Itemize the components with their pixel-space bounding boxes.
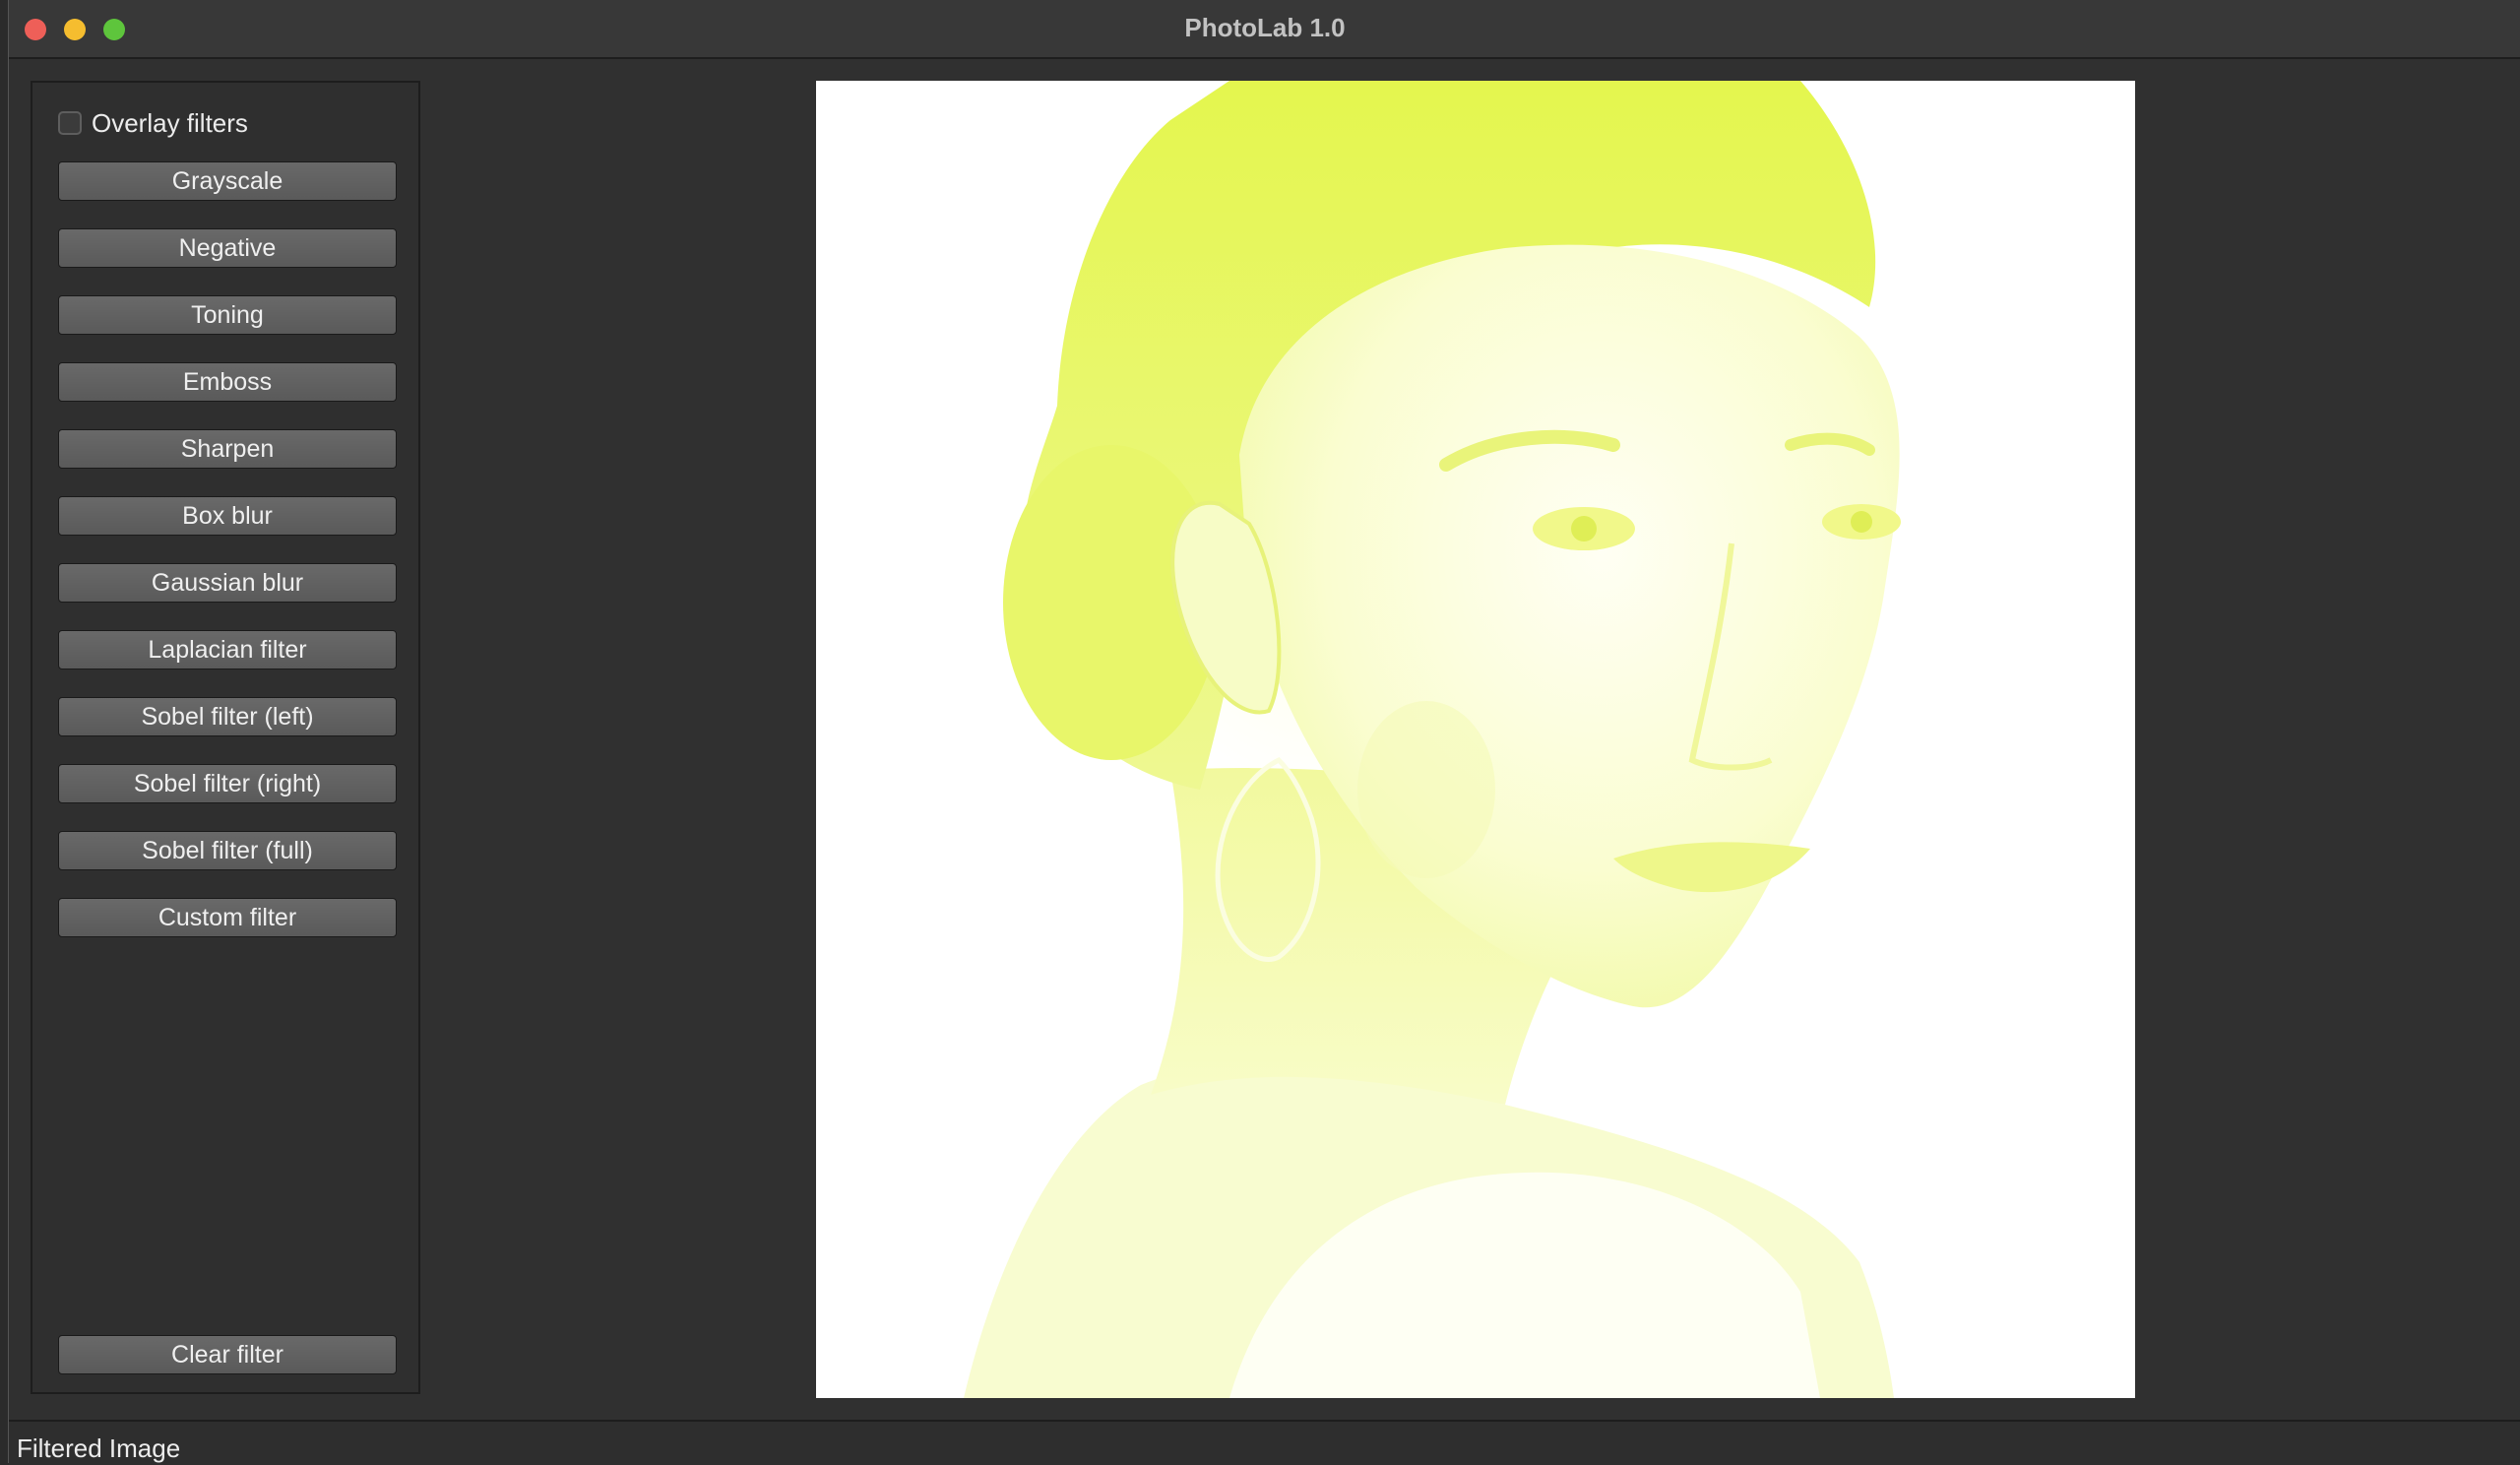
emboss-button[interactable]: Emboss	[58, 362, 397, 402]
overlay-filters-checkbox[interactable]	[58, 111, 82, 135]
title-bar: PhotoLab 1.0	[9, 0, 2520, 59]
box-blur-button[interactable]: Box blur	[58, 496, 397, 536]
status-text: Filtered Image	[17, 1433, 181, 1463]
sharpen-button[interactable]: Sharpen	[58, 429, 397, 469]
overlay-filters-toggle[interactable]: Overlay filters	[58, 108, 248, 138]
sobel-left-button[interactable]: Sobel filter (left)	[58, 697, 397, 736]
status-bar: Filtered Image	[9, 1420, 2520, 1465]
negative-button[interactable]: Negative	[58, 228, 397, 268]
image-canvas	[816, 81, 2135, 1398]
custom-filter-button[interactable]: Custom filter	[58, 898, 397, 937]
filter-panel: Overlay filters Grayscale Negative Tonin…	[31, 81, 420, 1394]
sobel-full-button[interactable]: Sobel filter (full)	[58, 831, 397, 870]
overlay-filters-label[interactable]: Overlay filters	[92, 108, 248, 139]
app-window: PhotoLab 1.0 Overlay filters Grayscale N…	[8, 0, 2520, 1465]
sobel-right-button[interactable]: Sobel filter (right)	[58, 764, 397, 803]
gaussian-blur-button[interactable]: Gaussian blur	[58, 563, 397, 603]
toning-button[interactable]: Toning	[58, 295, 397, 335]
filtered-portrait-image	[964, 81, 1901, 1398]
grayscale-button[interactable]: Grayscale	[58, 161, 397, 201]
laplacian-filter-button[interactable]: Laplacian filter	[58, 630, 397, 669]
clear-filter-button[interactable]: Clear filter	[58, 1335, 397, 1374]
window-title: PhotoLab 1.0	[1184, 13, 1346, 42]
